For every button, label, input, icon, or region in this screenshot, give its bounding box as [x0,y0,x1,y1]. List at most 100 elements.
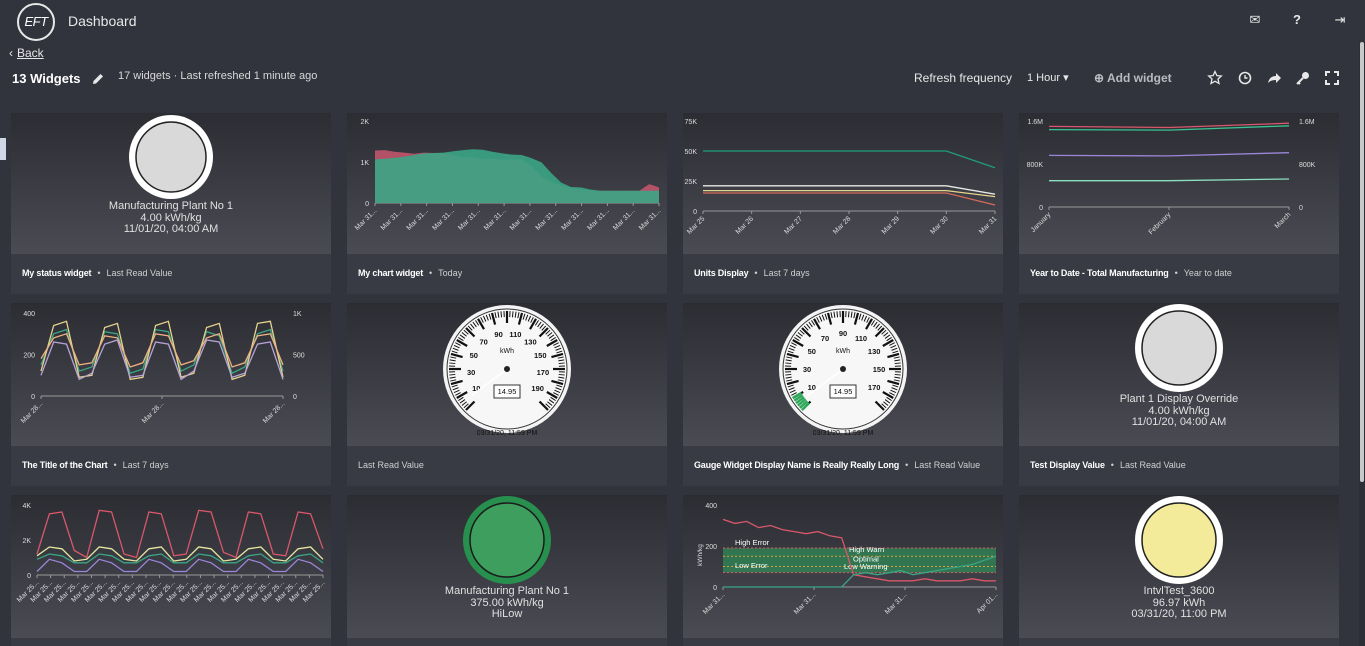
y-tick-label: 0 [31,394,35,401]
area-chart: 2K1K0Mar 31... Mar 31... Mar 31... Mar 31..… [354,119,663,232]
x-tick-label: Mar 26 [735,215,755,235]
line-chart: 4K2K0Mar 25...Mar 25...Mar 25...Mar 25..… [16,503,327,604]
mail-icon[interactable]: ✉ [1247,12,1263,28]
key-icon[interactable] [1295,70,1311,86]
back-label: Back [17,46,44,60]
edit-title-icon[interactable] [91,72,105,86]
series-line [36,509,324,559]
gauge-tick [558,373,565,376]
widget-chart-3[interactable]: 75K 50K 25K 0 Mar 25 Mar 26 Mar 27 Mar 28 Mar 29… [683,113,1003,294]
y2-tick-label: 0 [293,394,297,401]
widget-body: Manufacturing Plant No 1 375.00 kWh/kg HiL… [347,495,667,638]
page-title: 13 Widgets [12,71,81,86]
gauge-label: 50 [470,351,478,360]
scrollbar-thumb[interactable] [1360,42,1364,482]
refresh-frequency-label: Refresh frequency [914,71,1013,85]
widget-status-1[interactable]: Manufacturing Plant No 1 4.00 kWh/kg 11/01… [11,113,331,294]
widget-chart-5[interactable]: 400 200 0 1K 500 0 Mar 28... Mar 28... Mar 28...… [11,303,331,486]
widget-name: Test Display Value [1030,460,1105,470]
widget-chart-9[interactable]: 4K 2K 0 Mar 25... Mar 25... Mar 25... Mar 25..… [11,495,331,646]
clock-icon[interactable] [1237,70,1253,86]
widget-body: IntvlTest_3600 96.97 kWh 03/31/20, 11:00 P… [1019,495,1339,638]
x-tick-label: Mar 31... [560,207,585,232]
share-icon[interactable] [1266,70,1282,86]
line-chart: 1.6M800K01.6M800K0January February March [1027,119,1316,236]
widget-gauge-7[interactable]: 10 30 50 70 90 110 130 150 170 kWh 14.95 03/31/20, … [683,303,1003,486]
y-tick-label: 200 [705,544,717,551]
y-tick-label: 200 [23,353,35,360]
gauge-label: 70 [821,334,829,343]
widget-name: Units Display [694,268,749,278]
widget-name: My chart widget [358,268,424,278]
gauge: 1030507090110130150170kWh14.9503/31/20, … [779,305,907,437]
status-text: IntvlTest_3600 96.97 kWh 03/31/20, 11:00 P… [1019,585,1339,621]
status-text: Manufacturing Plant No 1 375.00 kWh/kg HiL… [347,585,667,621]
widget-status-10[interactable]: Manufacturing Plant No 1 375.00 kWh/kg HiL… [347,495,667,646]
line-chart: 75K 50K 25K 0Mar 25 Mar 26 Mar 27 Mar 28 Mar 29… [685,119,999,236]
widget-chart-2[interactable]: 2K 1K 0 Mar 31... Mar 31... Mar 31... Mar 31..… [347,113,667,294]
app-logo[interactable]: EFT [17,3,55,41]
x-tick-label: Mar 31... [354,207,379,232]
y-tick-label: 0 [713,585,717,592]
x-tick-label: Mar 27 [783,215,803,235]
gauge-unit: kWh [836,348,850,355]
gauge-label: 190 [531,384,544,393]
widget-period: Today [438,268,463,278]
gauge-value: 14.95 [498,387,517,396]
widget-period: Last 7 days [763,268,810,278]
logout-icon[interactable]: ⇥ [1332,12,1348,28]
series-area [375,149,659,203]
gauge-tick [785,362,792,365]
widget-chart-4[interactable]: 1.6M 800K 0 1.6M 800K 0 January February March Y… [1019,113,1339,294]
refresh-frequency-select[interactable]: 1 Hour ▾ [1027,71,1069,84]
gauge-tick [558,362,565,365]
x-tick-label: Mar 31... [793,591,818,616]
x-tick-label: Mar 28... [20,400,45,425]
y-tick-label: 400 [23,311,35,318]
widget-period: Last Read Value [358,460,424,470]
y-tick-label: 4K [22,503,31,510]
widget-body: 75K 50K 25K 0 Mar 25 Mar 26 Mar 27 Mar 28 Mar 29… [683,113,1003,254]
series-line [703,192,996,206]
add-widget-button[interactable]: ⊕ Add widget [1094,71,1172,85]
widget-footer: Units Display • Last 7 days [683,254,1003,294]
side-panel-tab[interactable] [0,138,6,160]
x-tick-label: Mar 31... [380,207,405,232]
y-tick-label: 75K [685,119,698,126]
gauge-label: 50 [808,347,816,356]
y2-tick-label: 1K [293,311,302,318]
gauge-label: 70 [479,338,487,347]
chevron-down-icon: ▾ [1063,72,1069,84]
y-tick-label: 2K [360,119,369,126]
widget-body: 10 30 50 70 90 110 130 150 170 190 kWh 14.95 03/31/2… [347,303,667,446]
widget-gauge-6[interactable]: 10 30 50 70 90 110 130 150 170 190 kWh 14.95 03/31/2… [347,303,667,486]
x-tick-label: Mar 28 [832,215,852,235]
x-tick-label: Mar 25 [686,215,706,235]
widget-status-8[interactable]: Plant 1 Display Override 4.00 kWh/kg 11/01… [1019,303,1339,486]
status-line: Manufacturing Plant No 1 [108,200,234,212]
series-line [703,150,996,169]
plus-circle-icon: ⊕ [1094,71,1105,85]
y-tick-label: 0 [693,209,697,216]
series-line [1049,178,1290,182]
widget-name: My status widget [22,268,92,278]
gauge-label: 170 [537,368,550,377]
widget-name: Year to Date - Total Manufacturing [1030,268,1169,278]
y2-tick-label: 1.6M [1299,119,1315,126]
x-tick-label: Mar 31... [406,207,431,232]
x-tick-label: Mar 31... [638,207,663,232]
back-link[interactable]: ‹ Back [9,46,44,60]
widget-footer: Test Display Value • Last Read Value [1019,446,1339,486]
widget-chart-11[interactable]: 400 200 0 Mar 31... Mar 31... Mar 31... Apr 01… [683,495,1003,646]
fullscreen-icon[interactable] [1324,70,1340,86]
x-tick-label: Mar 31... [509,207,534,232]
gauge-tick [847,311,850,318]
y2-tick-label: 500 [293,353,305,360]
status-line: HiLow [491,608,523,620]
star-icon[interactable] [1207,70,1223,86]
widget-status-12[interactable]: IntvlTest_3600 96.97 kWh 03/31/20, 11:00 P… [1019,495,1339,646]
help-icon[interactable]: ? [1289,12,1305,28]
gauge-label: 110 [509,330,521,339]
top-bar: EFT Dashboard ✉ ? ⇥ [0,0,1365,42]
x-tick-label: Mar 31... [457,207,482,232]
